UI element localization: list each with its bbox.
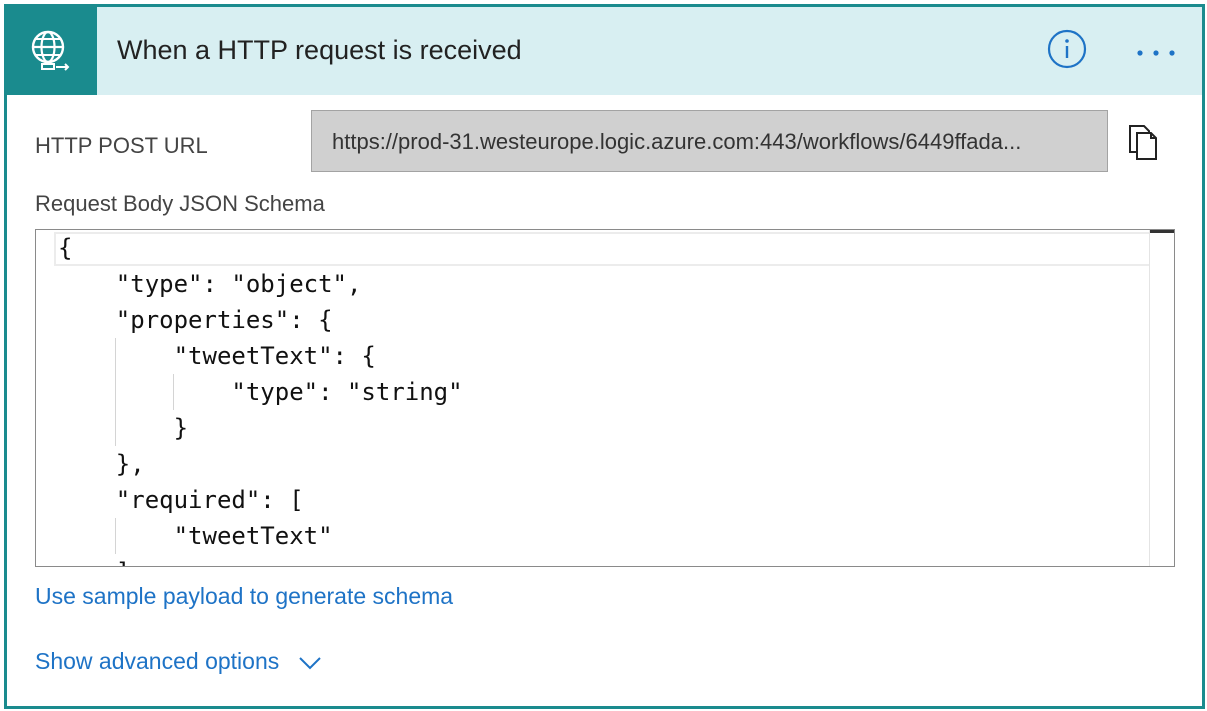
url-label: HTTP POST URL [35,133,208,158]
card-title: When a HTTP request is received [117,35,522,65]
json-schema-editor[interactable]: { "type": "object", "properties": { "twe… [35,229,1175,567]
code-line: ] [58,554,130,566]
copy-icon [1129,125,1157,160]
more-options-button[interactable] [1131,33,1181,69]
code-line: "tweetText" [58,522,333,550]
code-line: "type": "string" [58,378,463,406]
ellipsis-icon [1137,50,1175,56]
trigger-card: When a HTTP request is received HTTP POS… [4,4,1205,709]
use-sample-payload-link[interactable]: Use sample payload to generate schema [35,583,453,610]
card-header[interactable]: When a HTTP request is received [7,7,1202,95]
editor-scrollbar[interactable] [1149,230,1174,566]
code-line: }, [58,450,145,478]
http-post-url-field[interactable]: https://prod-31.westeurope.logic.azure.c… [311,110,1108,172]
copy-url-button[interactable] [1125,122,1163,162]
chevron-down-icon [298,657,321,670]
scrollbar-thumb[interactable] [1150,230,1174,233]
info-icon [1047,29,1087,69]
show-advanced-options-link[interactable]: Show advanced options [35,648,322,675]
code-line: "tweetText": { [58,342,376,370]
code-line: } [58,414,189,442]
code-line: { [58,234,73,262]
info-button[interactable] [1047,29,1087,69]
code-line: "properties": { [58,306,333,334]
schema-label: Request Body JSON Schema [35,191,325,216]
active-line-highlight [54,232,1174,266]
code-line: "required": [ [58,486,304,514]
trigger-icon-tile [7,7,97,95]
globe-request-icon [31,30,70,71]
code-line: "type": "object", [58,270,362,298]
show-advanced-options-label: Show advanced options [35,648,280,674]
